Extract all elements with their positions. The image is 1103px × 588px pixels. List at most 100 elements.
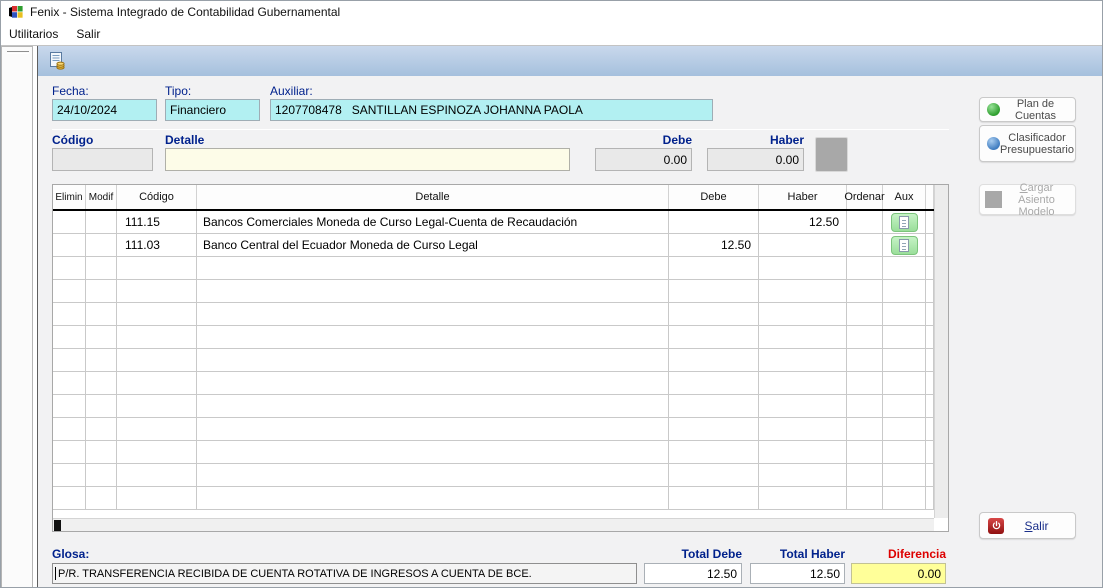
cell-modif: [86, 487, 117, 509]
column-header-aux: Aux: [883, 185, 926, 209]
plan-de-cuentas-button[interactable]: Plan de Cuentas: [979, 97, 1076, 122]
fecha-input[interactable]: [52, 99, 157, 121]
cell-detalle: Banco Central del Ecuador Moneda de Curs…: [197, 234, 669, 256]
cell-aux: [883, 326, 926, 348]
haber-input[interactable]: [707, 148, 804, 171]
cargar-label-line1: Cargar Asiento: [1018, 182, 1055, 206]
cell-elimin: [53, 280, 86, 302]
codigo-label: Código: [52, 133, 93, 147]
table-row: [53, 326, 934, 349]
menu-bar: Utilitarios Salir: [1, 23, 1102, 46]
cargar-asiento-modelo-button[interactable]: Cargar Asiento Modelo: [979, 184, 1076, 215]
cell-aux: [883, 234, 926, 256]
horizontal-scrollbar-thumb[interactable]: [54, 520, 61, 531]
separator-line: [52, 129, 949, 130]
diferencia-field[interactable]: [851, 563, 946, 584]
menu-salir[interactable]: Salir: [68, 24, 110, 45]
column-header-modif: Modif: [86, 185, 117, 209]
debe-label: Debe: [595, 133, 692, 147]
cell-filler: [926, 441, 934, 463]
cell-debe: [669, 395, 759, 417]
cell-aux: [883, 464, 926, 486]
add-entry-button[interactable]: [815, 137, 848, 172]
menu-utilitarios[interactable]: Utilitarios: [1, 24, 68, 45]
cell-elimin: [53, 418, 86, 440]
cell-debe: [669, 464, 759, 486]
tipo-label: Tipo:: [165, 84, 191, 98]
panel-grip-handle[interactable]: [7, 51, 29, 54]
app-window: Fenix - Sistema Integrado de Contabilida…: [0, 0, 1103, 588]
cell-codigo: [117, 303, 197, 325]
vertical-scrollbar[interactable]: [934, 185, 948, 518]
power-icon: [988, 518, 1004, 534]
cell-codigo: [117, 280, 197, 302]
cell-filler: [926, 395, 934, 417]
toolbar: [38, 46, 1103, 76]
total-debe-field[interactable]: [644, 563, 742, 584]
cell-debe: [669, 303, 759, 325]
cell-filler: [926, 211, 934, 233]
table-row: [53, 280, 934, 303]
cell-modif: [86, 395, 117, 417]
codigo-input[interactable]: [52, 148, 153, 171]
cell-ordenar: [847, 395, 883, 417]
cell-modif: [86, 257, 117, 279]
new-entry-button[interactable]: [46, 50, 68, 72]
cell-debe: 12.50: [669, 234, 759, 256]
plan-de-cuentas-label: Plan de Cuentas: [1000, 98, 1071, 122]
left-collapsed-panel[interactable]: [1, 46, 33, 588]
cell-modif: [86, 326, 117, 348]
cell-codigo: 111.03: [117, 234, 197, 256]
cell-ordenar: [847, 418, 883, 440]
column-header-detalle: Detalle: [197, 185, 669, 209]
salir-button[interactable]: Salir: [979, 512, 1076, 539]
cell-ordenar: [847, 280, 883, 302]
column-header-filler: [926, 185, 934, 209]
cell-codigo: 111.15: [117, 211, 197, 233]
aux-button[interactable]: [891, 213, 918, 232]
cell-elimin: [53, 234, 86, 256]
horizontal-scrollbar[interactable]: [53, 518, 934, 531]
detalle-input[interactable]: [165, 148, 570, 171]
cell-haber: [759, 441, 847, 463]
cell-haber: [759, 234, 847, 256]
cell-debe: [669, 441, 759, 463]
cell-codigo: [117, 395, 197, 417]
document-icon: [899, 216, 909, 229]
cell-aux: [883, 395, 926, 417]
table-row[interactable]: 111.03Banco Central del Ecuador Moneda d…: [53, 234, 934, 257]
cell-codigo: [117, 487, 197, 509]
fecha-label: Fecha:: [52, 84, 89, 98]
table-row[interactable]: 111.15Bancos Comerciales Moneda de Curso…: [53, 211, 934, 234]
cell-filler: [926, 280, 934, 302]
total-haber-field[interactable]: [750, 563, 845, 584]
tipo-input[interactable]: [165, 99, 260, 121]
title-bar: Fenix - Sistema Integrado de Contabilida…: [1, 1, 1102, 23]
cell-codigo: [117, 464, 197, 486]
haber-label: Haber: [707, 133, 804, 147]
cell-filler: [926, 257, 934, 279]
cell-debe: [669, 372, 759, 394]
cell-debe: [669, 326, 759, 348]
cell-ordenar: [847, 234, 883, 256]
cell-ordenar: [847, 349, 883, 371]
cell-ordenar: [847, 211, 883, 233]
window-title: Fenix - Sistema Integrado de Contabilida…: [30, 5, 340, 19]
debe-input[interactable]: [595, 148, 692, 171]
document-icon: [899, 239, 909, 252]
cell-codigo: [117, 372, 197, 394]
cell-haber: [759, 257, 847, 279]
diferencia-label: Diferencia: [851, 547, 946, 561]
glosa-input[interactable]: [52, 563, 637, 584]
column-header-elimin: Elimin: [53, 185, 86, 209]
cell-detalle: [197, 349, 669, 371]
cell-haber: [759, 487, 847, 509]
clasificador-presupuestario-button[interactable]: Clasificador Presupuestario: [979, 125, 1076, 162]
cell-haber: [759, 349, 847, 371]
auxiliar-input[interactable]: [270, 99, 713, 121]
cell-filler: [926, 418, 934, 440]
cell-elimin: [53, 257, 86, 279]
aux-button[interactable]: [891, 236, 918, 255]
cell-filler: [926, 372, 934, 394]
entries-table-body: 111.15Bancos Comerciales Moneda de Curso…: [53, 211, 948, 510]
